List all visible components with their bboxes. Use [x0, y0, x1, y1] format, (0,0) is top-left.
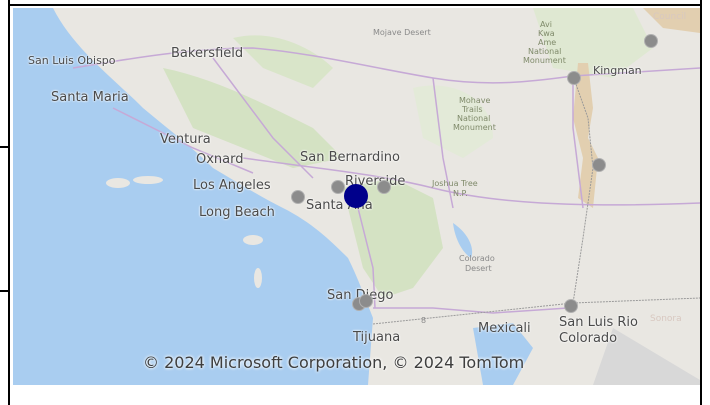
- label-colorado-desert-line2: Desert: [465, 264, 492, 273]
- label-mohave-trails-line3: National: [457, 114, 491, 123]
- map-marker[interactable]: [564, 299, 578, 313]
- frame-right-line: [700, 0, 702, 405]
- label-kingman: Kingman: [593, 64, 642, 77]
- label-avi-kwa-line5: Monument: [523, 56, 566, 65]
- label-avi-kwa-line4: National: [528, 47, 562, 56]
- map-marker[interactable]: [359, 294, 373, 308]
- label-colorado-desert-line1: Colorado: [459, 254, 495, 263]
- selected-location-marker[interactable]: [344, 184, 368, 208]
- map-marker[interactable]: [331, 180, 345, 194]
- map-view[interactable]: San Luis Obispo Bakersfield Santa Maria …: [13, 8, 700, 385]
- label-joshua-tree-line2: N.P.: [453, 189, 468, 198]
- map-copyright: © 2024 Microsoft Corporation, © 2024 Tom…: [143, 353, 525, 372]
- label-joshua-tree-line1: Joshua Tree: [432, 179, 478, 188]
- label-avi-kwa-line1: Avi: [540, 20, 552, 29]
- map-marker[interactable]: [644, 34, 658, 48]
- label-long-beach: Long Beach: [199, 205, 275, 220]
- label-ventura: Ventura: [160, 132, 211, 147]
- label-route-8: 8: [421, 316, 427, 325]
- label-bakersfield: Bakersfield: [171, 46, 244, 61]
- frame-left-line: [8, 0, 10, 405]
- map-marker[interactable]: [567, 71, 581, 85]
- label-san-luis-rio-line1: San Luis Rio: [559, 315, 638, 330]
- label-san-bernardino: San Bernardino: [300, 150, 401, 165]
- frame-divider-lower: [0, 290, 10, 292]
- label-san-luis-rio-line2: Colorado: [559, 331, 618, 346]
- map-marker[interactable]: [377, 180, 391, 194]
- frame-divider-upper: [0, 146, 10, 148]
- label-los-angeles: Los Angeles: [193, 178, 271, 193]
- frame-top-line: [8, 4, 702, 6]
- label-santa-maria: Santa Maria: [51, 90, 129, 105]
- label-sonora: Sonora: [650, 314, 682, 324]
- label-oxnard: Oxnard: [196, 152, 244, 167]
- label-mojave-desert: Mojave Desert: [373, 28, 431, 37]
- label-san-luis-obispo: San Luis Obispo: [28, 54, 116, 67]
- label-mohave-trails-line4: Monument: [453, 123, 496, 132]
- label-mohave-trails-line2: Trails: [462, 105, 483, 114]
- label-avi-kwa-line2: Kwa: [538, 29, 555, 38]
- label-avi-kwa-line3: Ame: [538, 38, 557, 47]
- label-mexicali: Mexicali: [478, 321, 531, 336]
- map-marker[interactable]: [592, 158, 606, 172]
- label-council: Council: [653, 12, 687, 22]
- label-tijuana: Tijuana: [353, 330, 401, 345]
- map-marker[interactable]: [291, 190, 305, 204]
- label-mohave-trails-line1: Mohave: [459, 96, 491, 105]
